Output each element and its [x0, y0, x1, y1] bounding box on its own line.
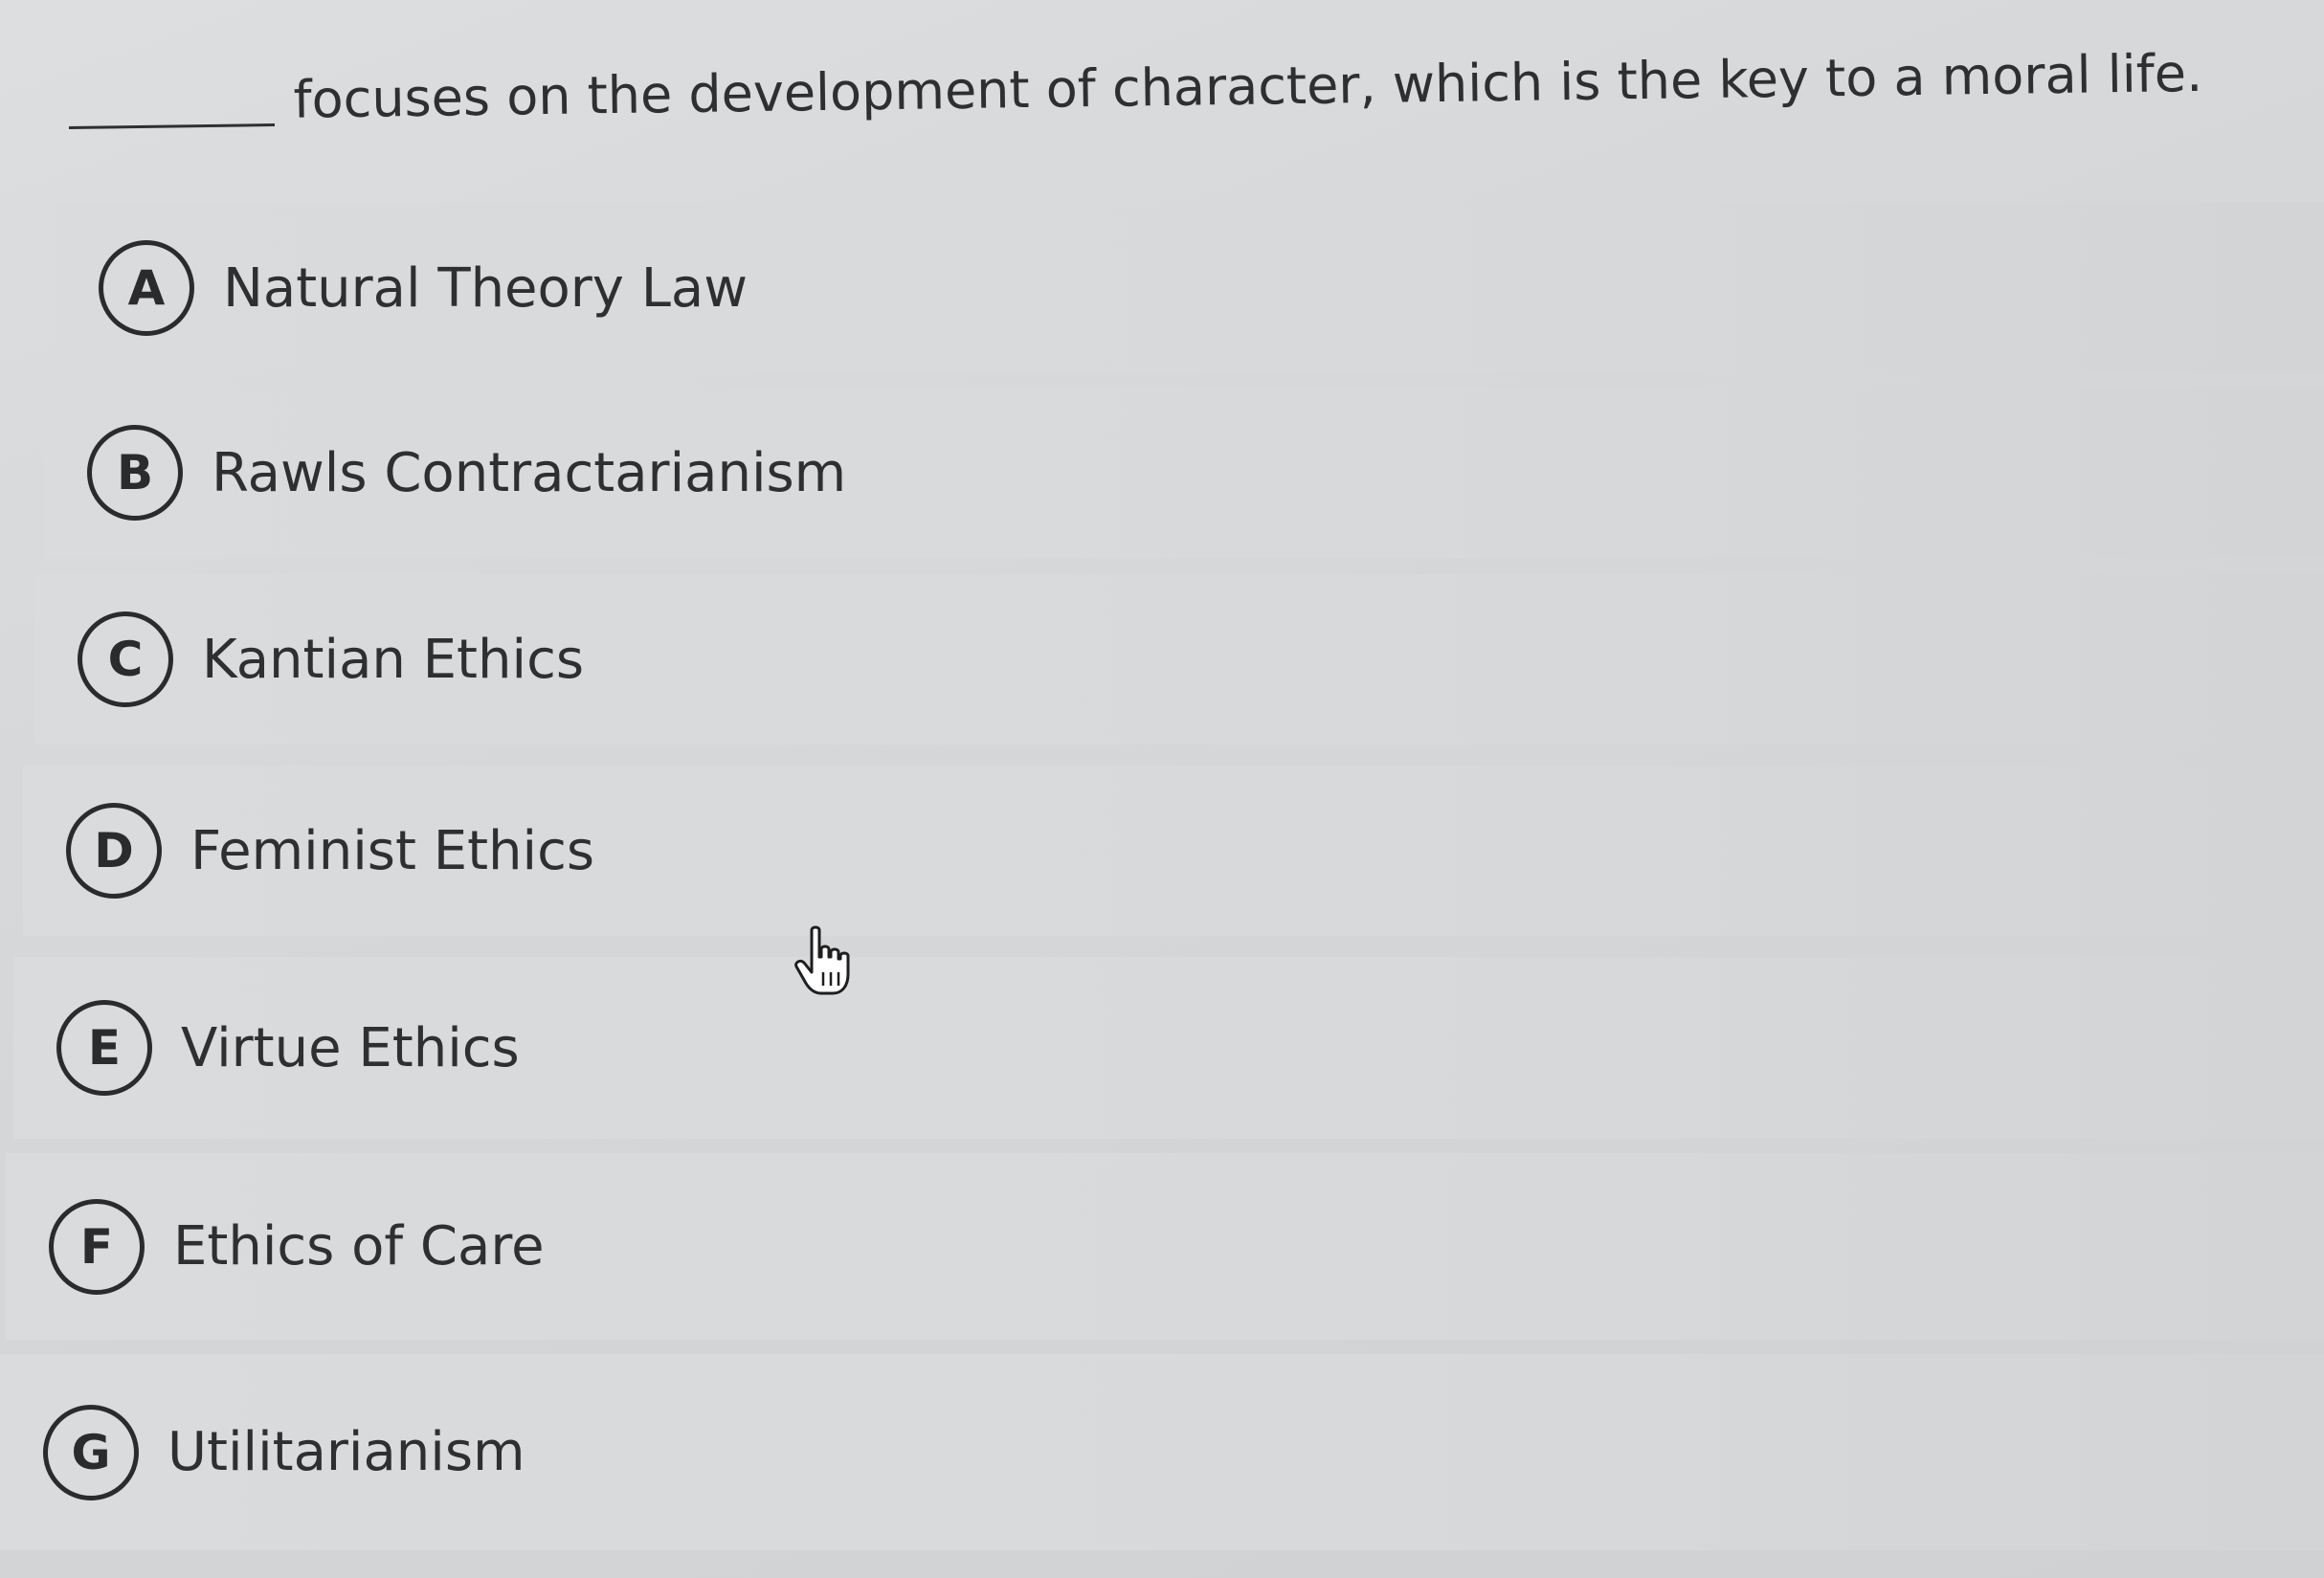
- option-label: Utilitarianism: [168, 1421, 525, 1483]
- option-c[interactable]: C Kantian Ethics: [34, 574, 2324, 745]
- quiz-page: focuses on the development of character,…: [0, 0, 2324, 1578]
- option-letter-badge: A: [99, 240, 194, 336]
- option-letter-badge: C: [78, 611, 173, 707]
- option-label: Natural Theory Law: [223, 256, 749, 320]
- option-letter-badge: G: [43, 1404, 139, 1500]
- option-letter-badge: D: [66, 803, 162, 899]
- option-letter-badge: F: [49, 1198, 145, 1295]
- option-f[interactable]: F Ethics of Care: [6, 1153, 2324, 1340]
- option-label: Virtue Ethics: [181, 1016, 520, 1079]
- option-letter-badge: B: [87, 425, 183, 521]
- option-d[interactable]: D Feminist Ethics: [23, 766, 2324, 936]
- hand-pointer-icon: [794, 925, 850, 995]
- option-a[interactable]: A Natural Theory Law: [56, 203, 2324, 373]
- option-label: Ethics of Care: [173, 1215, 545, 1278]
- answer-options: A Natural Theory Law B Rawls Contractari…: [0, 0, 2324, 1578]
- option-letter-badge: E: [56, 1000, 152, 1096]
- option-label: Feminist Ethics: [190, 819, 595, 882]
- option-label: Rawls Contractarianism: [212, 441, 847, 504]
- option-e[interactable]: E Virtue Ethics: [13, 957, 2324, 1139]
- option-b[interactable]: B Rawls Contractarianism: [44, 388, 2324, 558]
- option-g[interactable]: G Utilitarianism: [0, 1354, 2324, 1550]
- option-label: Kantian Ethics: [202, 628, 585, 691]
